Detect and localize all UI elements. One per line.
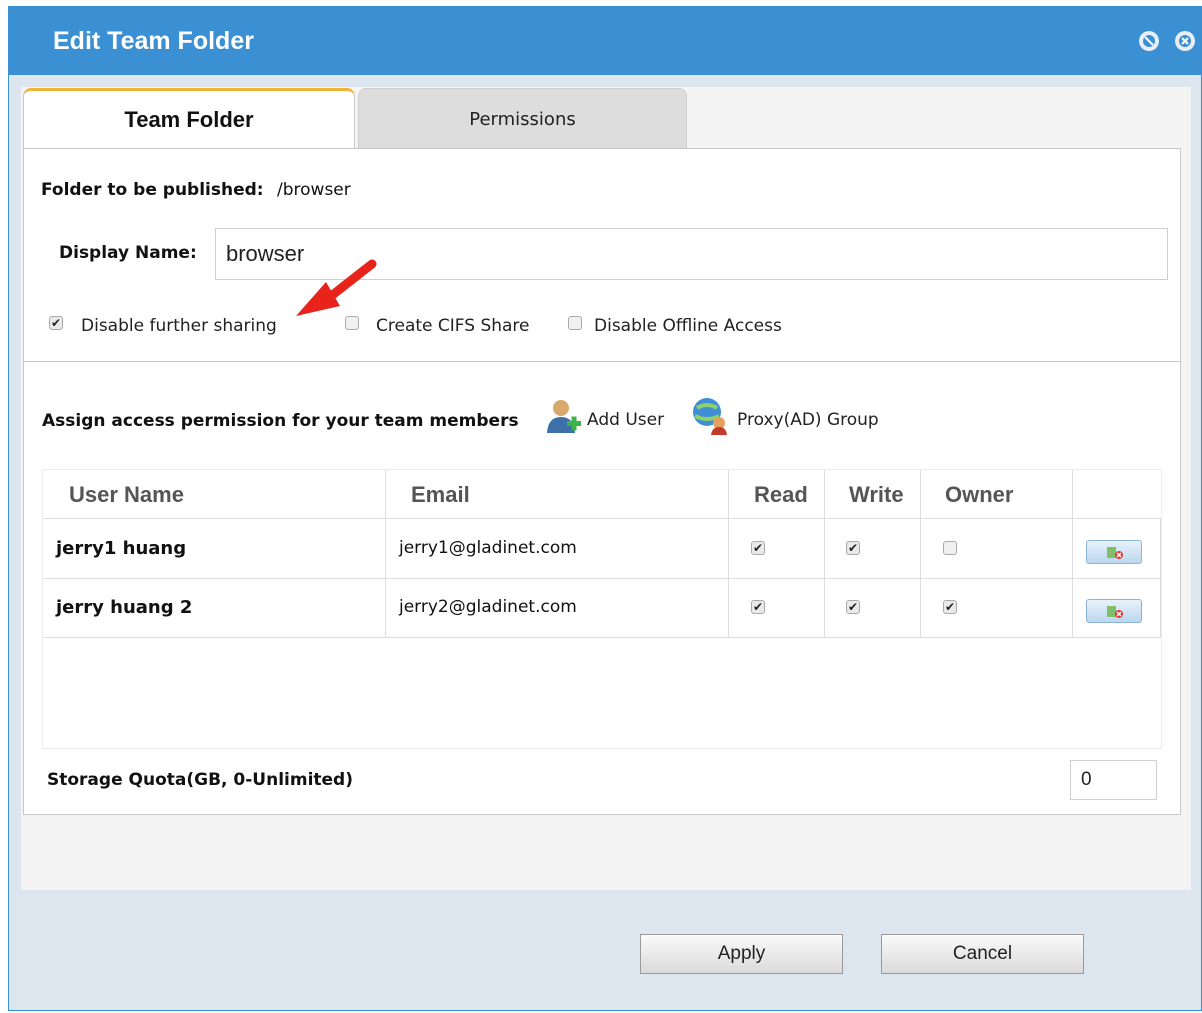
apply-button[interactable]: Apply [640, 934, 843, 974]
remove-user-button[interactable] [1086, 540, 1142, 564]
close-icon[interactable] [1175, 31, 1195, 51]
tab-team-folder[interactable]: Team Folder [23, 88, 355, 148]
owner-checkbox[interactable] [943, 541, 957, 555]
assign-permission-label: Assign access permission for your team m… [42, 411, 519, 431]
email-cell: jerry2@gladinet.com [399, 597, 577, 617]
disable-offline-label: Disable Offline Access [594, 316, 782, 336]
row-divider [43, 518, 1161, 519]
team-folder-form: Folder to be published: /browser Display… [23, 148, 1181, 815]
proxy-group-icon[interactable] [691, 396, 731, 436]
column-header-write: Write [849, 482, 904, 507]
user-name-cell: jerry huang 2 [56, 597, 193, 618]
storage-quota-label: Storage Quota(GB, 0-Unlimited) [47, 770, 353, 790]
owner-checkbox[interactable]: ✔ [943, 600, 957, 614]
column-header-email: Email [411, 482, 470, 507]
disable-sharing-label: Disable further sharing [81, 316, 277, 336]
column-header-user-name: User Name [69, 482, 184, 507]
column-divider [385, 470, 386, 638]
write-checkbox[interactable]: ✔ [846, 600, 860, 614]
read-checkbox[interactable]: ✔ [751, 541, 765, 555]
column-divider [920, 470, 921, 638]
dialog-content: Team Folder Permissions Folder to be pub… [21, 87, 1191, 890]
row-divider [43, 578, 1161, 579]
column-header-owner: Owner [945, 482, 1014, 507]
read-checkbox[interactable]: ✔ [751, 600, 765, 614]
folder-published-path: /browser [277, 180, 351, 200]
display-name-label: Display Name: [59, 243, 197, 263]
email-cell: jerry1@gladinet.com [399, 538, 577, 558]
disable-sharing-checkbox[interactable]: ✔ [49, 316, 63, 330]
add-user-link[interactable]: Add User [587, 410, 664, 430]
row-divider [43, 637, 1161, 638]
edit-team-folder-dialog: Edit Team Folder Team Folder Permissions… [8, 6, 1202, 1011]
write-checkbox[interactable]: ✔ [846, 541, 860, 555]
add-user-icon[interactable] [545, 397, 583, 437]
section-divider [24, 361, 1180, 362]
create-cifs-checkbox[interactable] [345, 316, 359, 330]
dialog-titlebar: Edit Team Folder [9, 7, 1201, 75]
folder-published-label: Folder to be published: [41, 180, 264, 200]
cancel-button[interactable]: Cancel [881, 934, 1084, 974]
user-name-cell: jerry1 huang [56, 538, 187, 559]
minimize-icon[interactable] [1139, 31, 1159, 51]
dialog-title: Edit Team Folder [53, 27, 254, 55]
column-divider [824, 470, 825, 638]
storage-quota-input[interactable] [1070, 760, 1157, 800]
column-divider [1072, 470, 1073, 638]
column-header-read: Read [754, 482, 808, 507]
proxy-group-link[interactable]: Proxy(AD) Group [737, 410, 879, 430]
create-cifs-label: Create CIFS Share [376, 316, 530, 336]
red-arrow-icon [296, 259, 377, 316]
remove-user-icon [1107, 547, 1123, 559]
tab-permissions[interactable]: Permissions [358, 88, 687, 148]
disable-offline-checkbox[interactable] [568, 316, 582, 330]
column-divider [728, 470, 729, 638]
permissions-table: User Name Email Read Write Owner jerry1 … [42, 469, 1162, 749]
remove-user-icon [1107, 606, 1123, 618]
remove-user-button[interactable] [1086, 599, 1142, 623]
